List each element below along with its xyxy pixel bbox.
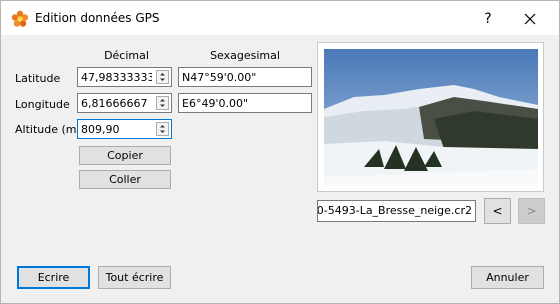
help-button[interactable]: ? (473, 7, 503, 31)
altitude-decimal-input[interactable] (78, 120, 152, 138)
spin-down-icon[interactable] (157, 77, 168, 83)
previous-image-button[interactable]: < (484, 198, 511, 224)
latitude-decimal-input[interactable] (78, 68, 152, 86)
write-button[interactable]: Ecrire (17, 266, 90, 289)
latitude-sexagesimal-input[interactable] (179, 68, 311, 86)
copy-button[interactable]: Copier (79, 146, 171, 165)
longitude-sexagesimal-input[interactable] (179, 94, 311, 112)
latitude-sexagesimal-field[interactable] (178, 67, 312, 87)
altitude-decimal-spinbox[interactable] (77, 119, 172, 139)
landscape-thumbnail (324, 49, 538, 186)
next-image-button[interactable]: > (518, 198, 545, 224)
longitude-decimal-spinbox[interactable] (77, 93, 172, 113)
filename-field[interactable]: 0110-5493-La_Bresse_neige.cr2 (317, 200, 476, 222)
longitude-label: Longitude (15, 98, 70, 111)
filename-text: 0110-5493-La_Bresse_neige.cr2 (317, 204, 472, 217)
write-all-button[interactable]: Tout écrire (98, 266, 171, 289)
title-bar: Edition données GPS ? (1, 1, 559, 35)
sexagesimal-column-header: Sexagesimal (210, 49, 280, 62)
close-icon (524, 13, 536, 25)
decimal-column-header: Décimal (104, 49, 149, 62)
longitude-sexagesimal-field[interactable] (178, 93, 312, 113)
spin-down-icon[interactable] (157, 103, 168, 109)
cancel-button[interactable]: Annuler (471, 266, 544, 289)
latitude-decimal-spinbox[interactable] (77, 67, 172, 87)
app-icon (11, 10, 29, 28)
latitude-spin-arrows[interactable] (156, 70, 169, 84)
longitude-spin-arrows[interactable] (156, 96, 169, 110)
longitude-decimal-input[interactable] (78, 94, 152, 112)
altitude-spin-arrows[interactable] (156, 122, 169, 136)
latitude-label: Latitude (15, 72, 61, 85)
spin-down-icon[interactable] (157, 129, 168, 135)
photo-preview (317, 42, 544, 192)
close-button[interactable] (513, 6, 547, 32)
paste-button[interactable]: Coller (79, 170, 171, 189)
altitude-label: Altitude (m) (15, 123, 81, 136)
gps-edit-dialog: Edition données GPS ? Décimal Sexagesima… (0, 0, 560, 304)
window-title: Edition données GPS (35, 11, 160, 25)
